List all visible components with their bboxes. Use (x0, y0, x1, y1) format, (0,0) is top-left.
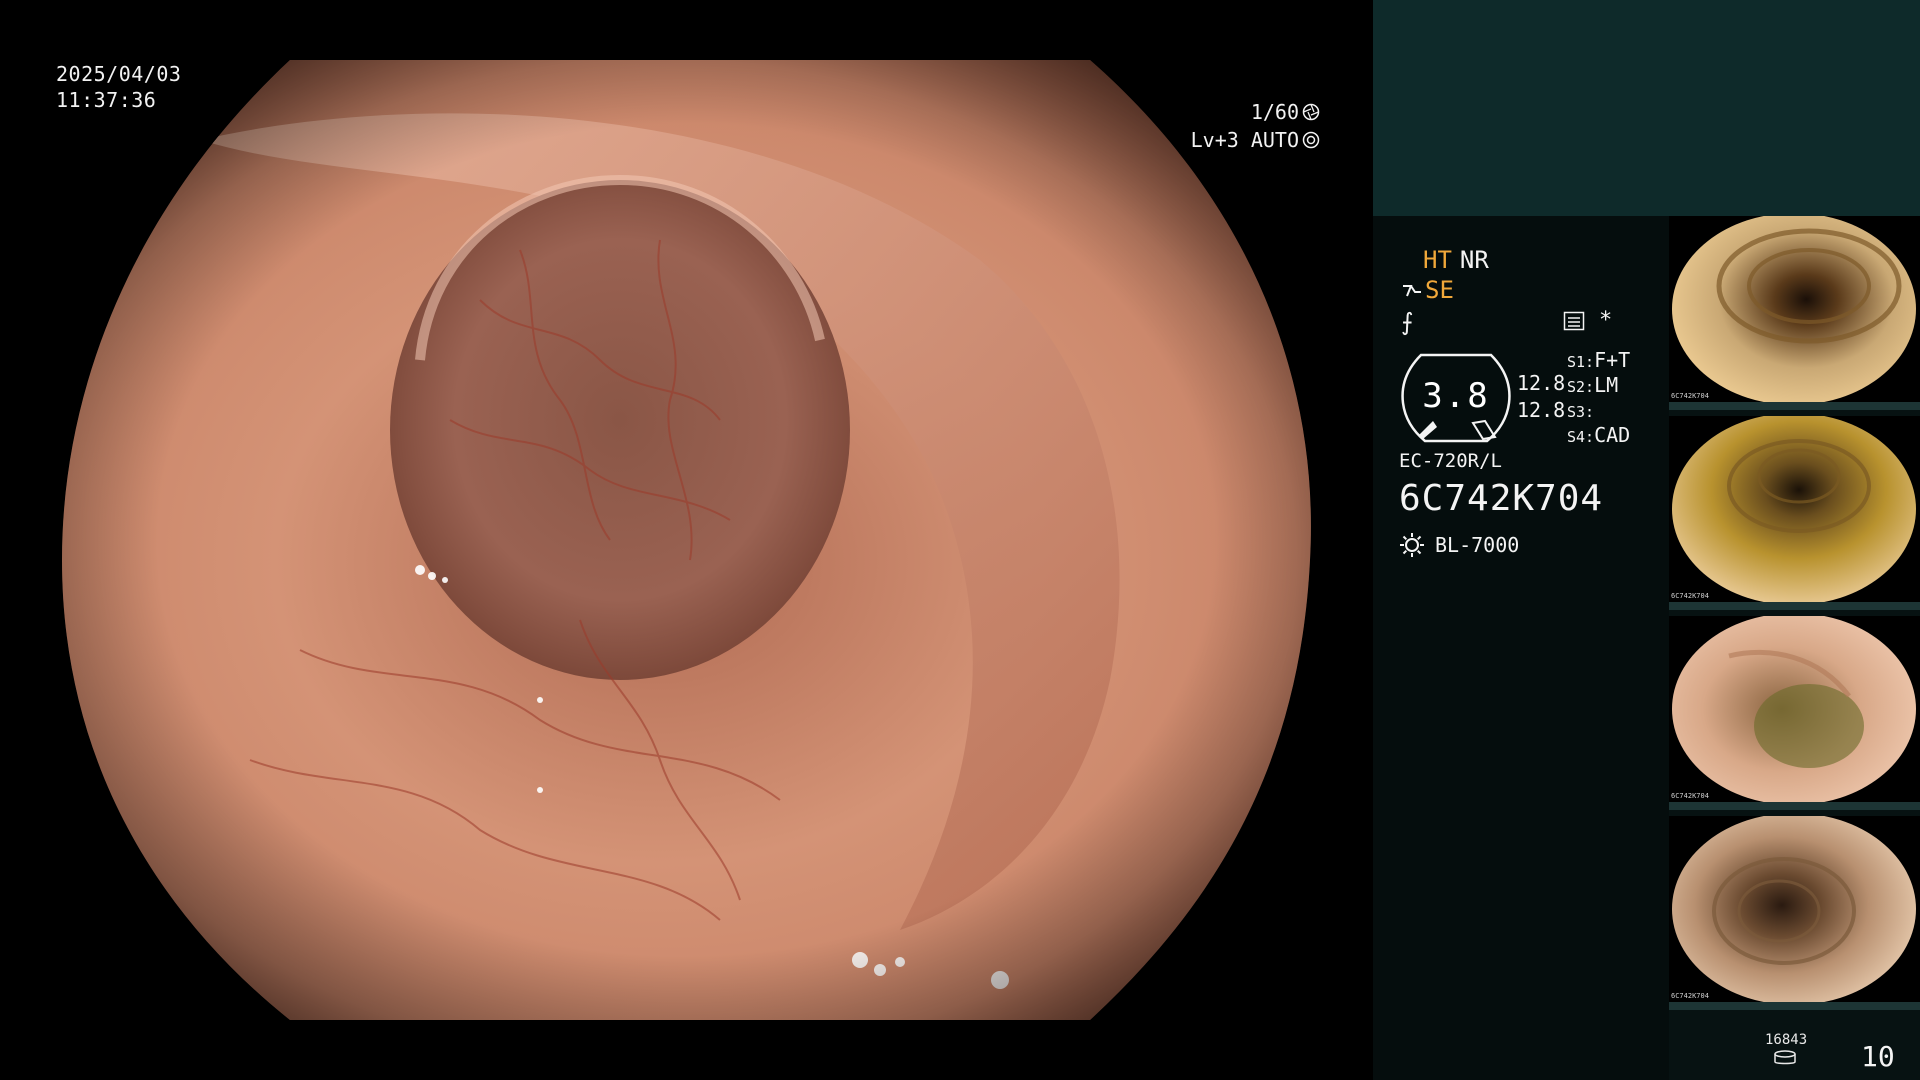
shutter-aperture-icon (1302, 103, 1320, 121)
thumbnail-footer (1669, 802, 1920, 810)
enhancement-modes: HT NR (1423, 246, 1489, 274)
auto-iris-icon (1302, 131, 1320, 149)
capture-thumbnail-1[interactable]: 6C742K704 (1669, 216, 1920, 410)
gauge-value: 3.8 (1422, 376, 1490, 416)
capture-thumbnail-3[interactable]: 6C742K704 (1669, 616, 1920, 810)
zoom-value-1: 12.8 (1517, 371, 1566, 395)
image-setting-icon (1563, 311, 1585, 330)
thumbnail-serial: 6C742K704 (1671, 392, 1709, 400)
exam-date: 2025/04/03 (56, 62, 182, 86)
scope-serial: 6C742K704 (1399, 478, 1604, 519)
brightness-level-readout: Lv+3 AUTO (1191, 128, 1320, 152)
structure-enhance-icon (1403, 285, 1421, 297)
endoscope-display: 2025/04/03 11:37:36 1/60 Lv+3 AUTO HTNR (0, 0, 1920, 1080)
thumbnail-image (1672, 216, 1916, 402)
main-endoscope-view: 2025/04/03 11:37:36 1/60 Lv+3 AUTO (0, 0, 1372, 1080)
scope-model: EC-720R/L (1399, 450, 1502, 472)
nr-mode: NR (1459, 246, 1489, 274)
light-source-row: BL-7000 (1399, 532, 1519, 558)
color-mode-mark: ⨍ (1401, 308, 1414, 336)
ht-mode: HT (1423, 246, 1452, 274)
thumbnail-image (1672, 416, 1916, 602)
zoom-value-2: 12.8 (1517, 398, 1566, 422)
switch-1: S1:F+T (1567, 348, 1631, 372)
info-side-panel: HT NR SE ⨍ * 3.8 12.8 12.8 S1:F+T S2:LM … (1373, 0, 1920, 1080)
thumbnail-footer (1669, 1002, 1920, 1010)
capture-count: 16843 (1765, 1032, 1808, 1048)
thumbnail-footer (1669, 402, 1920, 410)
storage-disk-icon (1774, 1050, 1796, 1065)
thumbnail-image (1672, 616, 1916, 802)
switch-2: S2:LM (1567, 373, 1619, 397)
thumbnail-footer (1669, 602, 1920, 610)
endoscope-image (62, 60, 1311, 1020)
switch-4: S4:CAD (1567, 423, 1631, 447)
frame-count: 10 (1861, 1040, 1895, 1073)
structure-enhance-row: SE (1401, 276, 1454, 304)
light-source-icon (1400, 533, 1424, 557)
capture-thumbnail-4[interactable]: 6C742K704 (1669, 816, 1920, 1010)
switch-3: S3: (1567, 403, 1595, 421)
shutter-readout: 1/60 (1251, 100, 1320, 124)
image-mode-icons: * (1563, 308, 1612, 333)
thumbnail-serial: 6C742K704 (1671, 992, 1709, 1000)
thumbnail-image (1672, 816, 1916, 1002)
asterisk-mark: * (1599, 308, 1613, 333)
level-value: Lv+3 AUTO (1190, 128, 1299, 152)
capture-thumbnail-2[interactable]: 6C742K704 (1669, 416, 1920, 610)
thumbnail-serial: 6C742K704 (1671, 592, 1709, 600)
thumbnail-serial: 6C742K704 (1671, 792, 1709, 800)
settings-info-area: HT NR SE ⨍ * 3.8 12.8 12.8 S1:F+T S2:LM … (1373, 216, 1669, 1080)
patient-info-area (1373, 0, 1920, 216)
light-source-model: BL-7000 (1435, 533, 1520, 557)
exam-time: 11:37:36 (56, 88, 157, 112)
se-mode: SE (1425, 276, 1454, 304)
shutter-value: 1/60 (1250, 100, 1299, 124)
